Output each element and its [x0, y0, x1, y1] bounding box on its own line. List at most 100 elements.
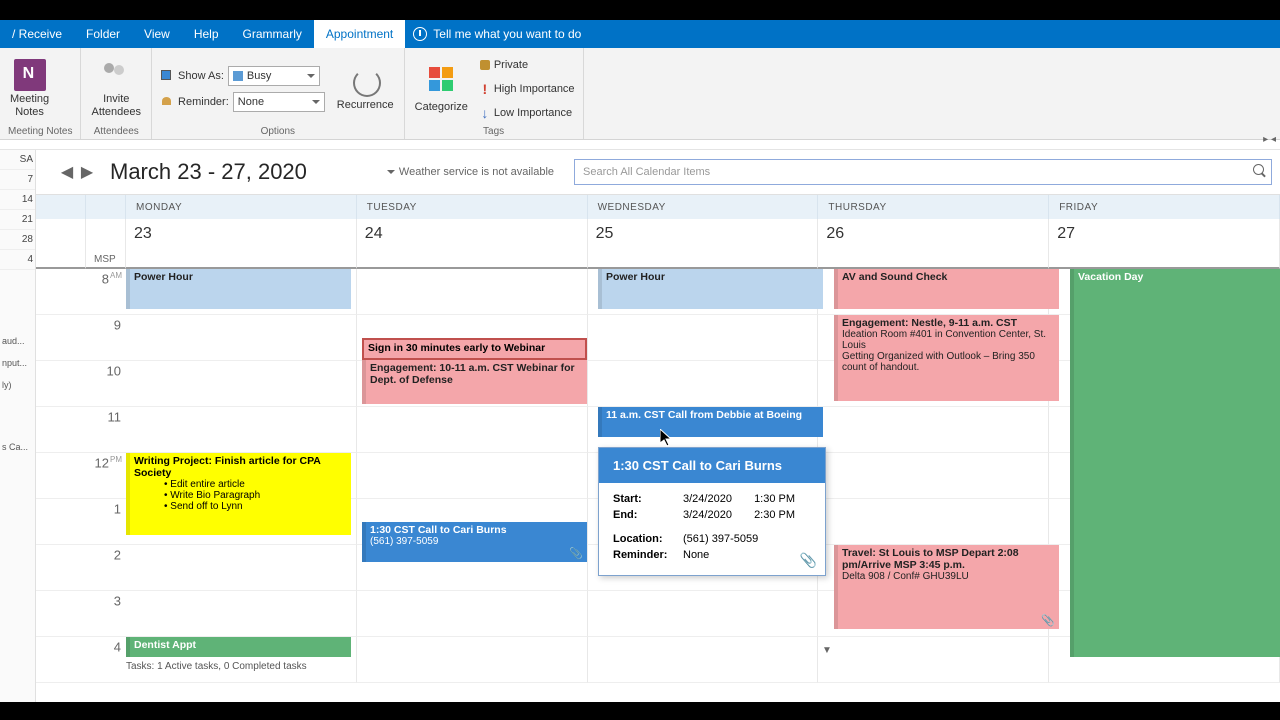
group-options: Options: [160, 125, 396, 139]
mini-cal-day[interactable]: 7: [0, 170, 35, 190]
attachment-icon: 📎: [1041, 614, 1055, 627]
event-boeing-call[interactable]: 11 a.m. CST Call from Debbie at Boeing: [598, 407, 823, 437]
event-nestle[interactable]: Engagement: Nestle, 9-11 a.m. CST Ideati…: [834, 315, 1059, 401]
event-vacation[interactable]: Vacation Day: [1070, 269, 1280, 657]
time-slot[interactable]: [818, 453, 1049, 499]
time-slot[interactable]: [357, 453, 588, 499]
appointment-tooltip: 1:30 CST Call to Cari Burns Start:3/24/2…: [598, 447, 826, 576]
tab-folder[interactable]: Folder: [74, 20, 132, 48]
time-slot[interactable]: [818, 407, 1049, 453]
high-importance-icon: !: [480, 84, 490, 94]
time-slot[interactable]: [126, 361, 357, 407]
event-dentist[interactable]: Dentist Appt: [126, 637, 351, 657]
tab-send-receive[interactable]: / Receive: [0, 20, 74, 48]
event-power-hour-wed[interactable]: Power Hour: [598, 269, 823, 309]
event-call-cari-tue[interactable]: 1:30 CST Call to Cari Burns (561) 397-50…: [362, 522, 587, 562]
mini-cal-day[interactable]: 28: [0, 230, 35, 250]
show-as-select[interactable]: Busy: [228, 66, 320, 86]
time-slot[interactable]: [126, 591, 357, 637]
day-24[interactable]: 24: [357, 219, 588, 269]
time-slot[interactable]: [126, 315, 357, 361]
reminder-select[interactable]: None: [233, 92, 325, 112]
time-slot[interactable]: [588, 591, 819, 637]
categorize-icon: [429, 67, 453, 91]
show-as-icon: [160, 69, 174, 83]
event-webinar-signin[interactable]: Sign in 30 minutes early to Webinar: [362, 338, 587, 360]
calendar-folder[interactable]: aud...: [0, 330, 35, 352]
calendar-folder[interactable]: ly): [0, 374, 35, 396]
search-icon[interactable]: [1253, 164, 1267, 178]
event-av-check[interactable]: AV and Sound Check: [834, 269, 1059, 309]
weather-status[interactable]: Weather service is not available: [387, 166, 554, 178]
calendar-folder[interactable]: nput...: [0, 352, 35, 374]
low-importance-button[interactable]: ↓Low Importance: [480, 102, 575, 124]
invite-attendees-button[interactable]: Invite Attendees: [89, 59, 143, 118]
low-importance-icon: ↓: [480, 108, 490, 118]
mini-cal-day[interactable]: 4: [0, 250, 35, 270]
high-importance-button[interactable]: !High Importance: [480, 78, 575, 100]
show-as-value: Busy: [247, 70, 271, 82]
search-input[interactable]: Search All Calendar Items: [574, 159, 1272, 185]
col-monday[interactable]: MONDAY: [126, 195, 357, 219]
next-week-button[interactable]: ▶: [80, 165, 94, 179]
hour-label: 12PM: [86, 453, 126, 499]
time-slot[interactable]: [818, 637, 1049, 683]
hour-label: 1: [86, 499, 126, 545]
event-writing-project[interactable]: Writing Project: Finish article for CPA …: [126, 453, 351, 535]
private-button[interactable]: Private: [480, 54, 575, 76]
tab-grammarly[interactable]: Grammarly: [231, 20, 314, 48]
hour-label: [36, 453, 86, 499]
calendar-header: ◀ ▶ March 23 - 27, 2020 Weather service …: [36, 150, 1280, 194]
categorize-button[interactable]: Categorize: [413, 63, 470, 114]
day-27[interactable]: 27: [1049, 219, 1280, 269]
hour-label: 8AM: [86, 269, 126, 315]
hour-label: [36, 499, 86, 545]
expand-button[interactable]: ▼: [822, 645, 832, 656]
expand-icon[interactable]: ▸ ◂: [1263, 134, 1276, 145]
day-26[interactable]: 26: [818, 219, 1049, 269]
tab-help[interactable]: Help: [182, 20, 231, 48]
time-slot[interactable]: [357, 407, 588, 453]
group-meeting-notes: Meeting Notes: [8, 125, 72, 139]
col-wednesday[interactable]: WEDNESDAY: [588, 195, 819, 219]
mini-cal-day[interactable]: 14: [0, 190, 35, 210]
event-travel[interactable]: Travel: St Louis to MSP Depart 2:08 pm/A…: [834, 545, 1059, 629]
time-slot[interactable]: [126, 545, 357, 591]
categorize-label: Categorize: [415, 101, 468, 114]
time-slot[interactable]: [588, 315, 819, 361]
time-slot[interactable]: [357, 269, 588, 315]
event-power-hour-mon[interactable]: Power Hour: [126, 269, 351, 309]
col-thursday[interactable]: THURSDAY: [818, 195, 1049, 219]
hour-label: 10: [86, 361, 126, 407]
event-webinar-dod[interactable]: Engagement: 10-11 a.m. CST Webinar for D…: [362, 360, 587, 404]
calendar-folder[interactable]: s Ca...: [0, 436, 35, 458]
hour-label: [36, 637, 86, 683]
time-slot[interactable]: [588, 361, 819, 407]
recurrence-button[interactable]: Recurrence: [335, 65, 396, 112]
prev-week-button[interactable]: ◀: [60, 165, 74, 179]
meeting-notes-button[interactable]: Meeting Notes: [8, 59, 51, 118]
lock-icon: [480, 60, 490, 70]
hour-label: [36, 545, 86, 591]
day-25[interactable]: 25: [588, 219, 819, 269]
tab-view[interactable]: View: [132, 20, 182, 48]
day-23[interactable]: 23: [126, 219, 357, 269]
people-icon: [100, 59, 132, 91]
hour-label: [36, 407, 86, 453]
date-navigator[interactable]: SA 7 14 21 28 4 aud... nput... ly) s Ca.…: [0, 150, 36, 702]
reminder-label: Reminder:: [178, 96, 229, 108]
tab-appointment[interactable]: Appointment: [314, 20, 405, 48]
attachment-icon: 📎: [569, 547, 583, 560]
tell-me[interactable]: Tell me what you want to do: [405, 20, 581, 48]
time-slot[interactable]: [588, 637, 819, 683]
col-tuesday[interactable]: TUESDAY: [357, 195, 588, 219]
time-slot[interactable]: [818, 499, 1049, 545]
time-slot[interactable]: [357, 591, 588, 637]
time-slot[interactable]: [357, 637, 588, 683]
show-as-label: Show As:: [178, 70, 224, 82]
recurrence-icon: [349, 65, 381, 97]
time-slot[interactable]: [126, 407, 357, 453]
hour-label: [36, 591, 86, 637]
col-friday[interactable]: FRIDAY: [1049, 195, 1280, 219]
mini-cal-day[interactable]: 21: [0, 210, 35, 230]
